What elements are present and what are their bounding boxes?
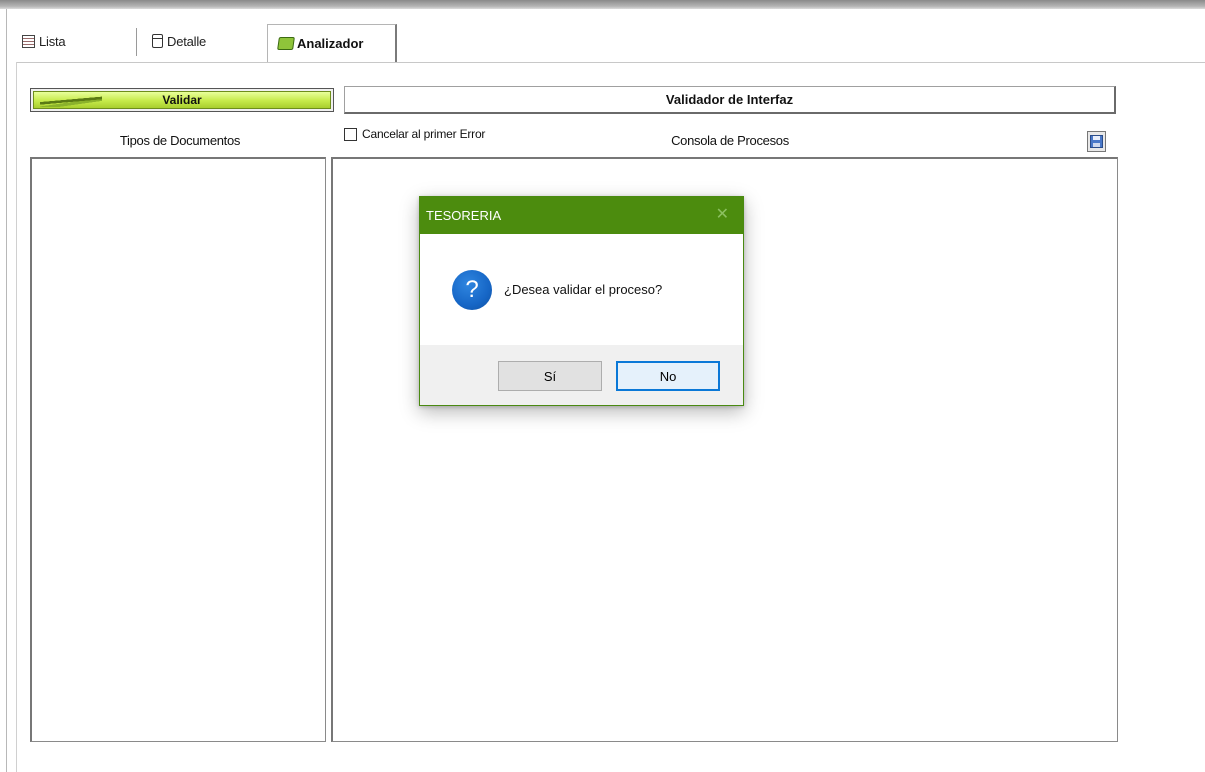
tab-separator — [136, 28, 137, 56]
process-console-label: Consola de Procesos — [671, 133, 789, 148]
window-top-bar — [0, 0, 1205, 9]
save-button[interactable] — [1087, 131, 1106, 152]
question-icon: ? — [452, 269, 492, 310]
dialog-title: TESORERIA — [426, 208, 502, 223]
tab-analizador-label: Analizador — [297, 36, 364, 51]
tab-strip: Lista Detalle Analizador — [8, 20, 1205, 62]
list-icon — [22, 34, 35, 48]
pen-icon — [40, 95, 102, 107]
cancel-first-error-checkbox[interactable] — [344, 127, 357, 141]
dialog-body: ? ¿Desea validar el proceso? — [420, 234, 743, 345]
cancel-first-error-label: Cancelar al primer Error — [362, 127, 486, 141]
tab-lista-label: Lista — [39, 33, 66, 49]
tab-detalle[interactable]: Detalle — [152, 26, 206, 56]
validator-header-title: Validador de Interfaz — [665, 92, 794, 107]
tab-content-left-border — [16, 62, 17, 772]
cancel-first-error-option[interactable]: Cancelar al primer Error — [344, 127, 485, 141]
save-icon — [1090, 135, 1103, 148]
document-types-label: Tipos de Documentos — [119, 133, 241, 148]
validator-header: Validador de Interfaz — [344, 86, 1116, 114]
yes-button[interactable]: Sí — [498, 361, 602, 391]
dialog-footer: Sí No — [420, 345, 743, 405]
no-button[interactable]: No — [616, 361, 720, 391]
validar-button-label: Validar — [162, 93, 202, 107]
window-left-border — [6, 9, 7, 772]
confirm-dialog: TESORERIA ✕ ? ¿Desea validar el proceso?… — [419, 196, 744, 406]
tab-detalle-label: Detalle — [167, 33, 207, 49]
document-types-list[interactable] — [30, 157, 326, 742]
tab-content-border — [16, 62, 1205, 63]
dialog-title-bar: TESORERIA ✕ — [420, 197, 743, 234]
dialog-message: ¿Desea validar el proceso? — [504, 282, 663, 297]
analyzer-icon — [277, 37, 295, 50]
close-icon[interactable]: ✕ — [716, 206, 729, 224]
tab-lista[interactable]: Lista — [22, 26, 66, 56]
tab-analizador[interactable]: Analizador — [267, 24, 397, 62]
validar-button[interactable]: Validar — [30, 88, 334, 112]
document-icon — [152, 34, 163, 48]
